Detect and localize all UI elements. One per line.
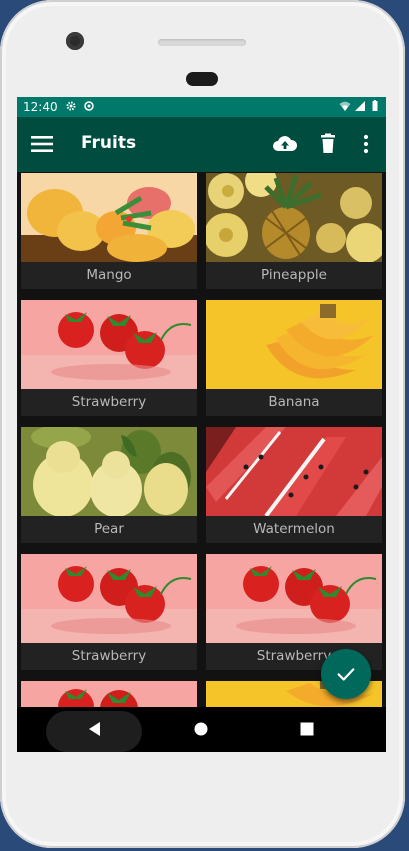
fruit-label: Pear [94, 521, 124, 537]
mango-image [21, 173, 197, 262]
delete-icon[interactable] [315, 131, 341, 157]
fruit-card[interactable]: Pineapple [206, 173, 382, 289]
check-icon [337, 668, 355, 681]
fruit-card[interactable]: Watermelon [206, 427, 382, 543]
fruit-label: Mango [86, 267, 132, 283]
fruit-card[interactable] [21, 681, 197, 707]
strawberry-image [21, 300, 197, 389]
recents-icon[interactable] [297, 719, 317, 739]
banana-image [206, 300, 382, 389]
status-time: 12:40 [23, 100, 58, 114]
fruit-label: Strawberry [71, 648, 147, 664]
screen: 12:40 Fruits Mango Pineapple Strawberry … [17, 97, 386, 752]
fruit-label: Watermelon [253, 521, 335, 537]
wifi-icon [339, 101, 351, 111]
page-title: Fruits [81, 133, 137, 153]
settings-icon [66, 101, 76, 111]
app-bar: Fruits [17, 117, 386, 172]
confirm-fab[interactable] [321, 649, 371, 699]
fruit-label: Strawberry [71, 394, 147, 410]
battery-icon [372, 100, 378, 111]
front-camera [66, 32, 84, 50]
fruit-card[interactable]: Strawberry [21, 554, 197, 670]
back-icon[interactable] [85, 719, 105, 739]
pear-image [21, 427, 197, 516]
proximity-sensor [186, 72, 218, 86]
fruit-card[interactable]: Mango [21, 173, 197, 289]
fruit-card[interactable]: Strawberry [21, 300, 197, 416]
fruit-label: Banana [268, 394, 320, 410]
earpiece-speaker [158, 39, 246, 46]
strawberry-image [21, 681, 197, 707]
strawberry-image [21, 554, 197, 643]
strawberry-image [206, 554, 382, 643]
fruit-card[interactable]: Pear [21, 427, 197, 543]
more-vert-icon[interactable] [353, 131, 379, 157]
pineapple-image [206, 173, 382, 262]
home-icon[interactable] [191, 719, 211, 739]
fruit-label: Pineapple [261, 267, 327, 283]
status-bar: 12:40 [17, 97, 386, 117]
hamburger-menu-icon[interactable] [29, 131, 55, 157]
phone-frame: 12:40 Fruits Mango Pineapple Strawberry … [0, 0, 405, 848]
sync-icon [84, 101, 94, 111]
fruit-grid: Mango Pineapple Strawberry Banana Pear W… [17, 172, 386, 707]
signal-icon [355, 101, 365, 111]
system-nav-bar [17, 707, 386, 752]
watermelon-image [206, 427, 382, 516]
cloud-upload-icon[interactable] [272, 131, 298, 157]
fruit-card[interactable]: Banana [206, 300, 382, 416]
